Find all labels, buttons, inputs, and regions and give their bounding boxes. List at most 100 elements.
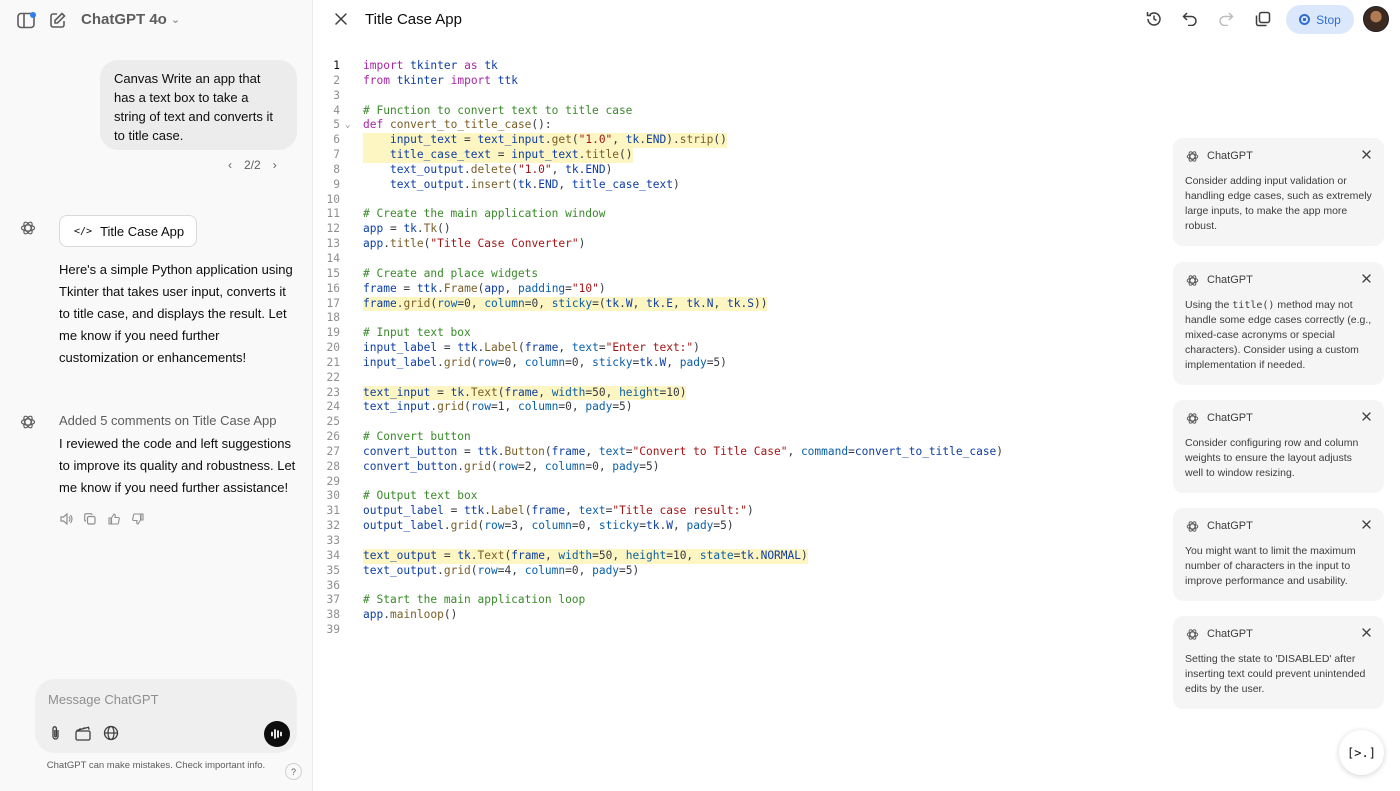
- code-line[interactable]: 3: [314, 89, 1164, 104]
- code-line[interactable]: 14: [314, 252, 1164, 267]
- comment-card[interactable]: ChatGPT Consider adding input validation …: [1173, 138, 1384, 246]
- comment-author: ChatGPT: [1207, 520, 1253, 532]
- close-icon[interactable]: [1360, 272, 1372, 284]
- chatgpt-logo-icon: [1185, 149, 1199, 163]
- code-line[interactable]: 33: [314, 534, 1164, 549]
- code-line[interactable]: 28 convert_button.grid(row=2, column=0, p…: [314, 460, 1164, 475]
- code-line[interactable]: 38 app.mainloop(): [314, 608, 1164, 623]
- code-editor[interactable]: 1 import tkinter as tk 2 from tkinter impor…: [314, 59, 1164, 638]
- line-number: 2: [333, 73, 340, 87]
- code-line[interactable]: 25: [314, 415, 1164, 430]
- globe-icon[interactable]: [101, 723, 121, 743]
- line-number: 39: [326, 623, 340, 637]
- fold-chevron-icon[interactable]: ⌄: [345, 118, 350, 133]
- new-chat-icon[interactable]: [45, 8, 69, 32]
- code-line[interactable]: 2 from tkinter import ttk: [314, 74, 1164, 89]
- code-line[interactable]: 4 # Function to convert text to title cas…: [314, 104, 1164, 119]
- code-line[interactable]: 6 input_text = text_input.get("1.0", tk.…: [314, 133, 1164, 149]
- code-line[interactable]: 21 input_label.grid(row=0, column=0, stic…: [314, 356, 1164, 371]
- redo-icon[interactable]: [1215, 8, 1237, 30]
- comment-text: Consider adding input validation or hand…: [1185, 175, 1372, 232]
- line-number: 22: [326, 370, 340, 384]
- read-aloud-icon[interactable]: [59, 512, 73, 526]
- comment-author: ChatGPT: [1207, 628, 1253, 640]
- copy-icon[interactable]: [1252, 8, 1274, 30]
- history-icon[interactable]: [1143, 8, 1165, 30]
- code-line[interactable]: 20 input_label = ttk.Label(frame, text="E…: [314, 341, 1164, 356]
- code-line[interactable]: 17 frame.grid(row=0, column=0, sticky=(tk…: [314, 296, 1164, 312]
- code-text: # Output text box: [363, 489, 478, 503]
- code-line[interactable]: 12 app = tk.Tk(): [314, 222, 1164, 237]
- close-icon[interactable]: [1360, 518, 1372, 530]
- comment-header: ChatGPT: [1185, 410, 1372, 426]
- code-line[interactable]: 9 text_output.insert(tk.END, title_case_…: [314, 178, 1164, 193]
- comment-card[interactable]: ChatGPT Using the title() method may not …: [1173, 262, 1384, 385]
- code-text: # Start the main application loop: [363, 593, 586, 607]
- model-selector[interactable]: ChatGPT 4o ⌄: [81, 11, 180, 28]
- chatgpt-logo-icon: [1185, 627, 1199, 641]
- code-line[interactable]: 1 import tkinter as tk: [314, 59, 1164, 74]
- comment-header: ChatGPT: [1185, 518, 1372, 534]
- comment-card[interactable]: ChatGPT Setting the state to 'DISABLED' a…: [1173, 616, 1384, 709]
- code-line[interactable]: 22: [314, 371, 1164, 386]
- comment-text: Consider configuring row and column weig…: [1185, 437, 1359, 479]
- chevron-right-icon[interactable]: ›: [273, 158, 277, 172]
- code-line[interactable]: 8 text_output.delete("1.0", tk.END): [314, 163, 1164, 178]
- code-line[interactable]: 15 # Create and place widgets: [314, 267, 1164, 282]
- comment-text: Using the title() method may not handle …: [1185, 299, 1372, 371]
- line-number: 38: [326, 608, 340, 622]
- canvas-chip-label: Title Case App: [100, 223, 185, 239]
- code-line[interactable]: 23 text_input = tk.Text(frame, width=50, …: [314, 385, 1164, 401]
- video-icon[interactable]: [73, 723, 93, 743]
- code-line[interactable]: 24 text_input.grid(row=1, column=0, pady=…: [314, 400, 1164, 415]
- code-line[interactable]: 7 title_case_text = input_text.title(): [314, 148, 1164, 163]
- code-line[interactable]: 31 output_label = ttk.Label(frame, text="…: [314, 504, 1164, 519]
- code-line[interactable]: 36: [314, 579, 1164, 594]
- code-line[interactable]: 13 app.title("Title Case Converter"): [314, 237, 1164, 252]
- code-text: input_label = ttk.Label(frame, text="Ent…: [363, 341, 700, 355]
- stop-button[interactable]: Stop: [1286, 5, 1354, 34]
- voice-mode-button[interactable]: [264, 721, 290, 747]
- message-composer: [35, 679, 297, 753]
- code-line[interactable]: 26 # Convert button: [314, 430, 1164, 445]
- comment-card[interactable]: ChatGPT You might want to limit the maxim…: [1173, 508, 1384, 601]
- undo-icon[interactable]: [1179, 8, 1201, 30]
- message-pager: ‹ 2/2 ›: [228, 158, 277, 172]
- code-line[interactable]: 29: [314, 475, 1164, 490]
- code-text: app = tk.Tk(): [363, 222, 451, 236]
- sidebar-toggle-icon[interactable]: [14, 8, 38, 32]
- close-icon[interactable]: [1360, 626, 1372, 638]
- attach-icon[interactable]: [45, 723, 65, 743]
- code-text: text_output.delete("1.0", tk.END): [389, 162, 613, 176]
- code-line[interactable]: 34 text_output = tk.Text(frame, width=50,…: [314, 548, 1164, 564]
- code-line[interactable]: 10: [314, 193, 1164, 208]
- help-button[interactable]: ?: [285, 763, 302, 780]
- close-icon[interactable]: [1360, 148, 1372, 160]
- code-line[interactable]: 11 # Create the main application window: [314, 207, 1164, 222]
- message-input[interactable]: [48, 688, 268, 710]
- code-line[interactable]: 16 frame = ttk.Frame(app, padding="10"): [314, 282, 1164, 297]
- code-line[interactable]: 5 ⌄ def convert_to_title_case():: [314, 118, 1164, 133]
- close-icon[interactable]: [1360, 410, 1372, 422]
- avatar[interactable]: [1363, 6, 1389, 32]
- stop-icon: [1299, 14, 1311, 25]
- thumbs-up-icon[interactable]: [107, 512, 121, 526]
- chatgpt-logo-icon: [1185, 519, 1199, 533]
- code-line[interactable]: 37 # Start the main application loop: [314, 593, 1164, 608]
- code-line[interactable]: 32 output_label.grid(row=3, column=0, sti…: [314, 519, 1164, 534]
- code-line[interactable]: 30 # Output text box: [314, 489, 1164, 504]
- thumbs-down-icon[interactable]: [131, 512, 145, 526]
- code-line[interactable]: 27 convert_button = ttk.Button(frame, tex…: [314, 445, 1164, 460]
- code-text: # Convert button: [363, 430, 471, 444]
- comment-card[interactable]: ChatGPT Consider configuring row and colu…: [1173, 400, 1384, 493]
- chevron-left-icon[interactable]: ‹: [228, 158, 232, 172]
- close-icon[interactable]: [330, 8, 352, 30]
- code-line[interactable]: 18: [314, 311, 1164, 326]
- line-number: 8: [333, 162, 340, 176]
- code-line[interactable]: 19 # Input text box: [314, 326, 1164, 341]
- canvas-chip[interactable]: </> Title Case App: [59, 215, 197, 247]
- copy-icon[interactable]: [83, 512, 97, 526]
- code-line[interactable]: 39: [314, 623, 1164, 638]
- code-actions-button[interactable]: [>.]: [1339, 730, 1384, 775]
- code-line[interactable]: 35 text_output.grid(row=4, column=0, pady…: [314, 564, 1164, 579]
